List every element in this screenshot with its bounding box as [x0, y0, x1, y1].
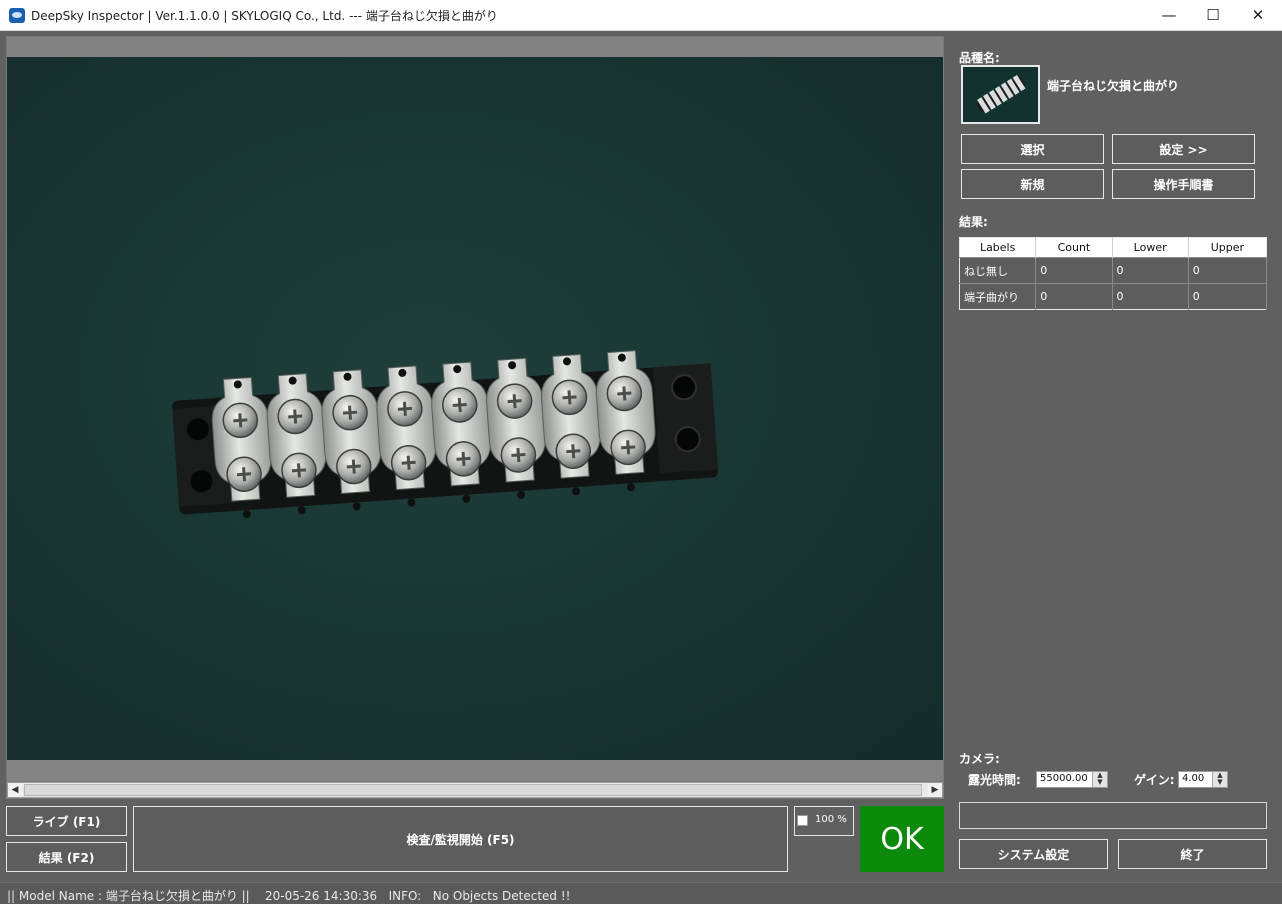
terminal-block-image: [172, 350, 719, 519]
gain-spinner[interactable]: 4.00 ▲ ▼: [1178, 771, 1228, 788]
column-header[interactable]: Labels: [959, 237, 1037, 258]
message-box: [959, 802, 1267, 829]
spinner-arrows-icon[interactable]: ▲ ▼: [1212, 772, 1227, 787]
table-cell: 0: [1188, 283, 1268, 310]
table-cell: 端子曲がり: [959, 283, 1037, 310]
terminal-hole: [462, 494, 471, 503]
column-header[interactable]: Lower: [1112, 237, 1189, 258]
window-title: DeepSky Inspector | Ver.1.1.0.0 | SKYLOG…: [31, 9, 498, 23]
zoom-toggle[interactable]: 100 %: [794, 806, 854, 836]
system-settings-button[interactable]: システム設定: [959, 839, 1108, 869]
terminal-hole: [407, 498, 416, 507]
terminal-hole: [352, 502, 361, 511]
scroll-left-arrow-icon[interactable]: ◀: [8, 783, 22, 797]
table-cell: 0: [1112, 257, 1189, 284]
product-name-value: 端子台ねじ欠損と曲がり: [1047, 79, 1180, 93]
spinner-arrows-icon[interactable]: ▲ ▼: [1092, 772, 1107, 787]
zoom-checkbox[interactable]: [797, 815, 808, 826]
scroll-right-arrow-icon[interactable]: ▶: [928, 783, 942, 797]
column-header[interactable]: Upper: [1188, 237, 1267, 258]
status-bar: || Model Name : 端子台ねじ欠損と曲がり || 20-05-26 …: [0, 882, 1282, 904]
camera-image[interactable]: [7, 57, 943, 760]
terminal-hole: [626, 483, 635, 492]
settings-button[interactable]: 設定 >>: [1112, 134, 1255, 164]
verdict-indicator: OK: [860, 806, 944, 872]
viewer-top-margin: [7, 37, 943, 57]
table-cell: 0: [1112, 283, 1189, 310]
table-cell: 0: [1035, 283, 1113, 310]
camera-label: カメラ:: [959, 752, 1000, 766]
select-button[interactable]: 選択: [961, 134, 1104, 164]
exposure-value[interactable]: 55000.00: [1040, 773, 1088, 784]
result-button[interactable]: 結果 (F2): [6, 842, 127, 872]
table-cell: 0: [1035, 257, 1113, 284]
new-button[interactable]: 新規: [961, 169, 1104, 199]
column-header[interactable]: Count: [1035, 237, 1113, 258]
product-thumbnail-image: [976, 74, 1026, 114]
gain-label: ゲイン:: [1134, 773, 1175, 787]
inspect-start-button[interactable]: 検査/監視開始 (F5): [133, 806, 788, 872]
viewer-bottom-margin: [7, 760, 943, 781]
exposure-spinner[interactable]: 55000.00 ▲ ▼: [1036, 771, 1108, 788]
product-thumbnail[interactable]: [961, 65, 1040, 124]
table-row[interactable]: 端子曲がり 0 0 0: [959, 283, 1268, 310]
title-bar: DeepSky Inspector | Ver.1.1.0.0 | SKYLOG…: [0, 0, 1282, 31]
table-cell: ねじ無し: [959, 257, 1037, 284]
manual-button[interactable]: 操作手順書: [1112, 169, 1255, 199]
exit-button[interactable]: 終了: [1118, 839, 1267, 869]
results-table-header: Labels Count Lower Upper: [959, 237, 1267, 258]
table-cell: 0: [1188, 257, 1268, 284]
exposure-label: 露光時間:: [968, 773, 1021, 787]
minimize-button[interactable]: —: [1146, 0, 1192, 31]
horizontal-scrollbar[interactable]: ◀ ▶: [7, 782, 943, 798]
live-button[interactable]: ライブ (F1): [6, 806, 127, 836]
terminal-hole: [572, 487, 581, 496]
table-row[interactable]: ねじ無し 0 0 0: [959, 257, 1268, 284]
gain-value[interactable]: 4.00: [1182, 773, 1204, 784]
terminal-hole: [297, 506, 306, 515]
maximize-button[interactable]: ☐: [1190, 0, 1236, 31]
status-text: || Model Name : 端子台ねじ欠損と曲がり || 20-05-26 …: [7, 889, 571, 903]
zoom-label: 100 %: [815, 814, 847, 825]
results-label: 結果:: [959, 215, 988, 229]
terminal-hole: [517, 490, 526, 499]
close-button[interactable]: ✕: [1235, 0, 1281, 31]
terminal-hole: [242, 510, 251, 519]
product-name-label: 品種名:: [959, 51, 1000, 65]
app-logo-icon: [9, 8, 25, 23]
results-table[interactable]: Labels Count Lower Upper ねじ無し 0 0 0 端子曲が…: [959, 237, 1268, 310]
scroll-thumb[interactable]: [24, 784, 922, 796]
